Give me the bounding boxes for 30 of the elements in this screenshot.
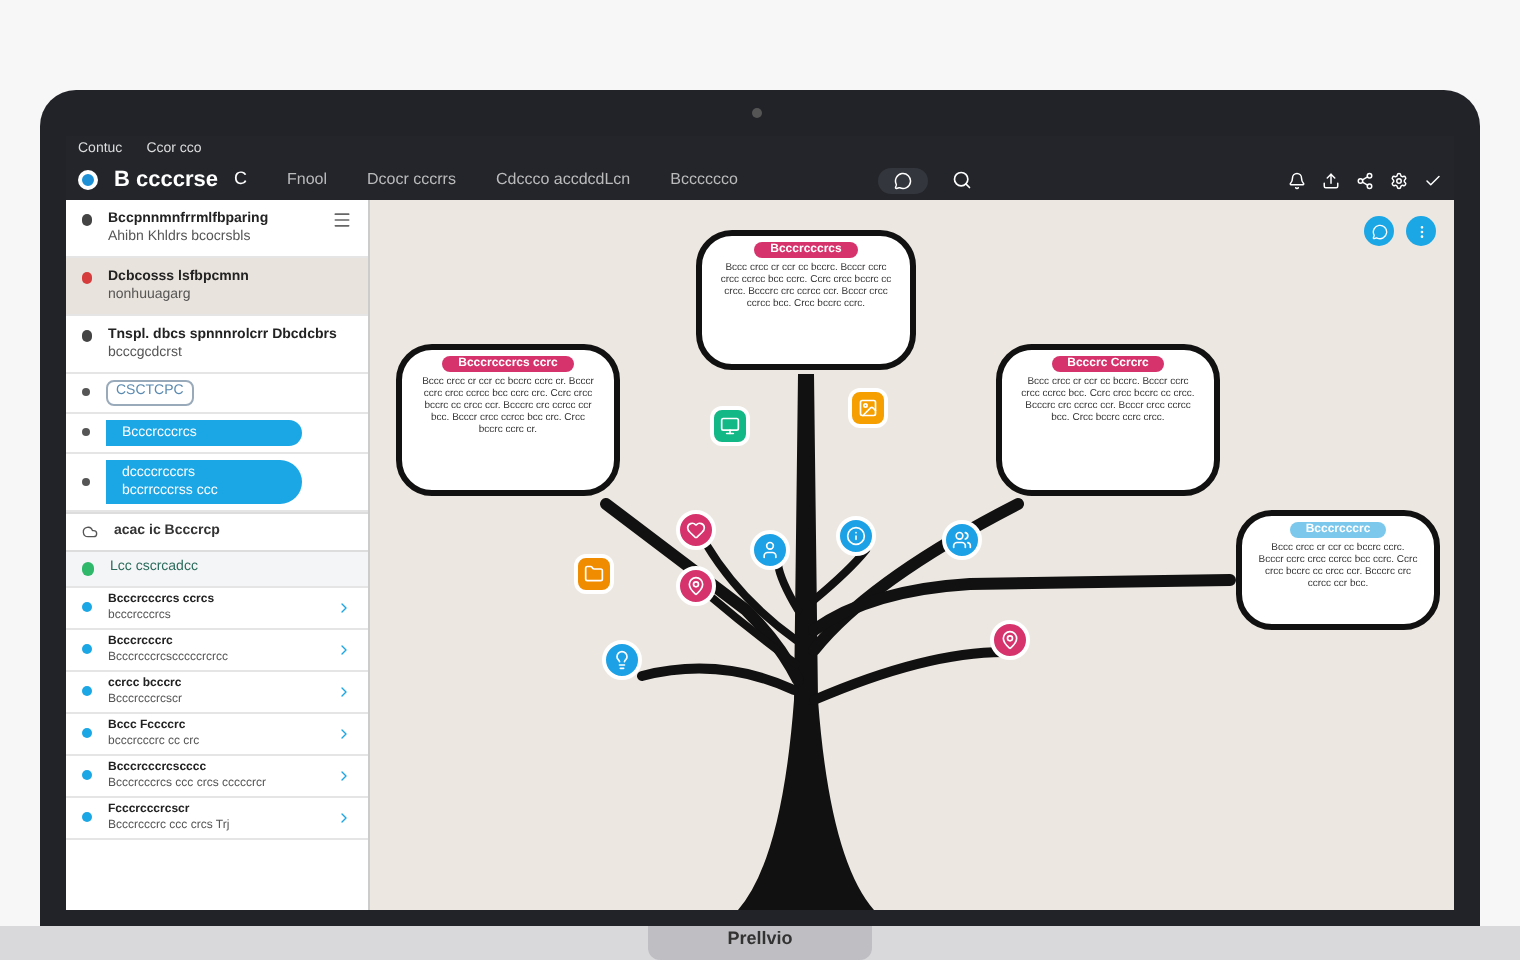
menu-icon[interactable]	[332, 210, 352, 230]
chevron-icon[interactable]	[336, 599, 352, 615]
camera-icon	[752, 108, 762, 118]
search-icon[interactable]	[952, 170, 972, 190]
bell-icon[interactable]	[1288, 171, 1306, 189]
info-icon[interactable]	[836, 516, 876, 556]
lightbulb-icon[interactable]	[602, 640, 642, 680]
user-icon[interactable]	[750, 530, 790, 570]
chevron-icon[interactable]	[336, 809, 352, 825]
chevron-icon[interactable]	[336, 725, 352, 741]
monitor-icon[interactable]	[710, 406, 750, 446]
nav-link[interactable]: Fnool	[287, 168, 328, 192]
app-title: B ccccrse	[114, 165, 218, 196]
share-icon[interactable]	[1356, 171, 1374, 189]
toolbar-chip[interactable]	[878, 167, 928, 193]
pin-icon[interactable]	[676, 566, 716, 606]
title-mark: C	[234, 166, 247, 193]
brand-label: Prellvio	[647, 926, 873, 960]
pin-icon[interactable]	[990, 620, 1030, 660]
logo-icon	[78, 170, 98, 190]
cloud-icon	[82, 523, 98, 540]
nav-link[interactable]: Bcccccco	[670, 168, 738, 192]
users-icon[interactable]	[942, 520, 982, 560]
chevron-icon[interactable]	[336, 683, 352, 699]
nav-link[interactable]: Cdccco accdcdLcn	[495, 168, 631, 192]
nav-link[interactable]: Dcocr cccrrs	[367, 168, 456, 192]
settings-icon[interactable]	[1390, 171, 1408, 189]
chevron-icon[interactable]	[336, 767, 352, 783]
chevron-icon[interactable]	[336, 641, 352, 657]
upload-icon[interactable]	[1322, 171, 1340, 189]
